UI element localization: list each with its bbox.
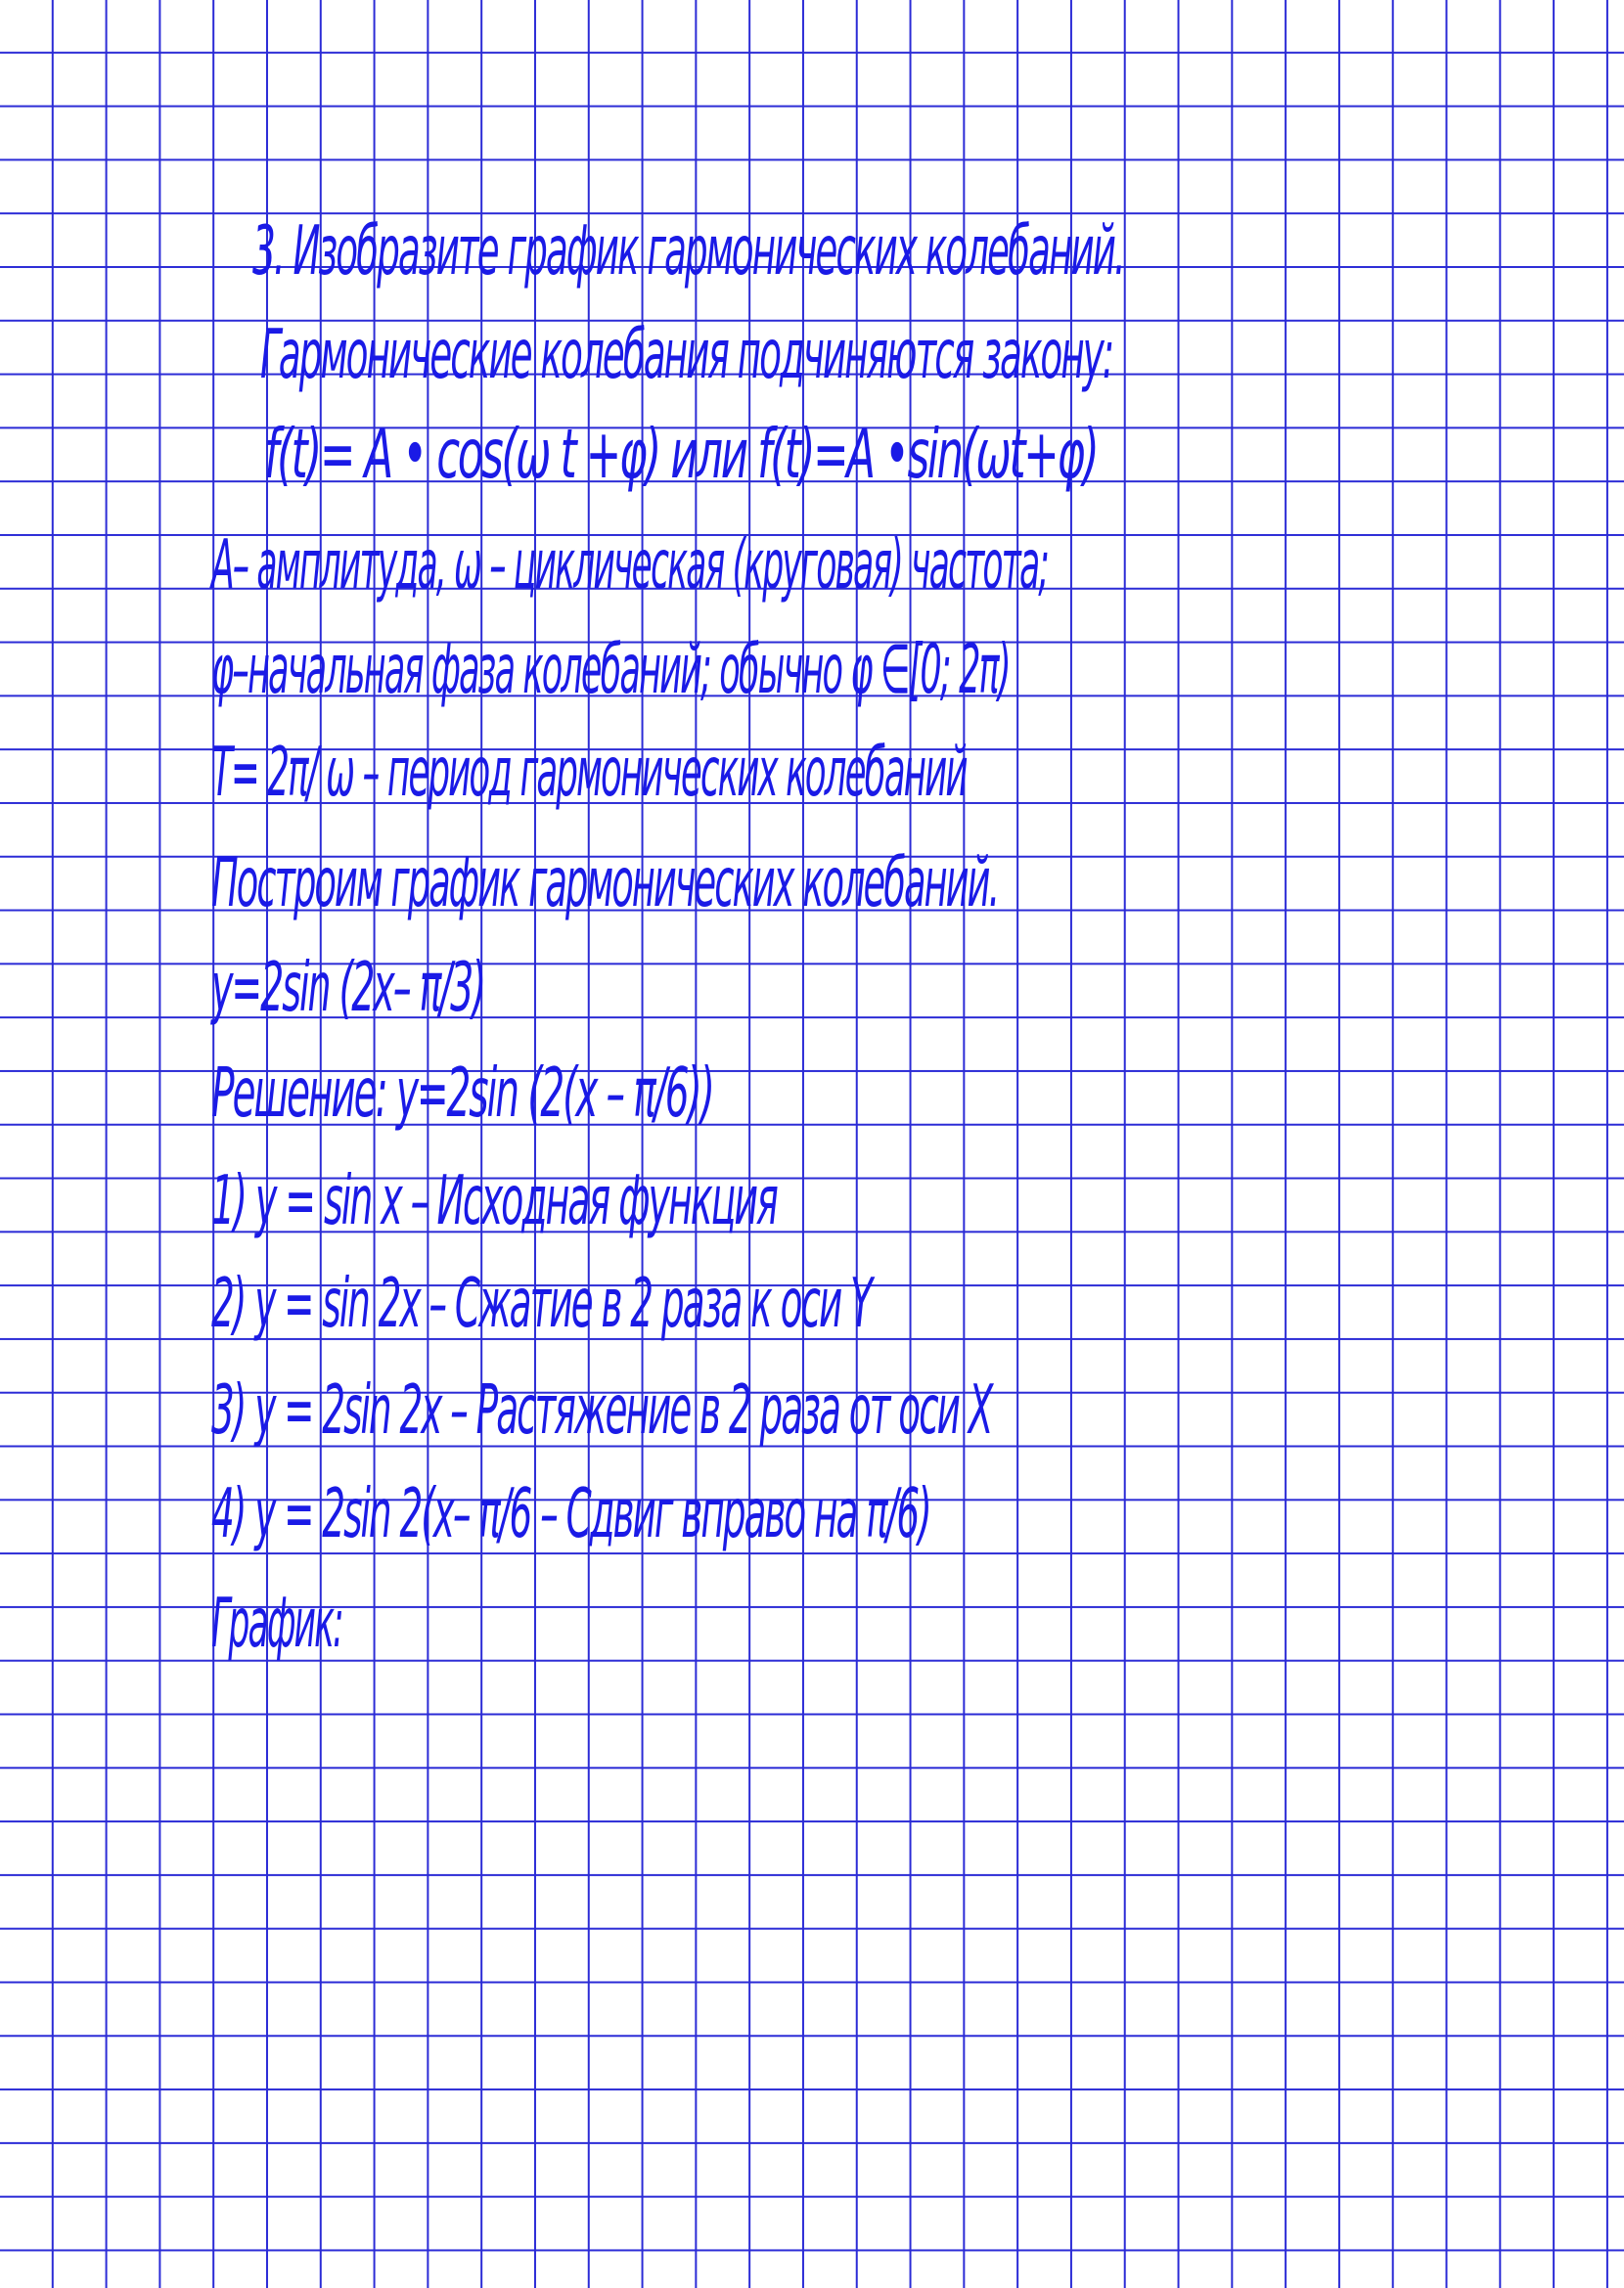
given-function: y=2sin (2x– π/3) (211, 947, 486, 1028)
task-title: 3. Изобразите график гармонических колеб… (252, 210, 1126, 292)
amplitude-definition: A– амплитуда, ω – циклическая (круговая)… (211, 524, 1050, 606)
harmonic-formula: f(t)= A • cos(ω t +φ) или f(t)=A •sin(ωt… (264, 414, 1100, 495)
step-2: 2) y = sin 2x – Сжатие в 2 раза к оси Y (211, 1263, 873, 1344)
step-1: 1) y = sin x – Исходная функция (211, 1160, 779, 1241)
step-3: 3) y = 2sin 2x – Растяжение в 2 раза от … (211, 1369, 993, 1451)
graph-label: График: (211, 1583, 344, 1664)
handwritten-notes: 3. Изобразите график гармонических колеб… (0, 0, 1624, 2288)
step-4: 4) y = 2sin 2(x– π/6 – Сдвиг вправо на π… (211, 1473, 932, 1554)
solution-line: Решение: y=2sin (2(x – π/6)) (211, 1053, 715, 1134)
graph-intro: Построим график гармонических колебаний. (211, 842, 1000, 923)
phase-definition: φ–начальная фаза колебаний; обычно φ ∈[0… (211, 629, 1012, 710)
law-intro: Гармонические колебания подчиняются зако… (260, 314, 1114, 395)
period-definition: T= 2π/ ω – период гармонических колебани… (211, 732, 969, 813)
